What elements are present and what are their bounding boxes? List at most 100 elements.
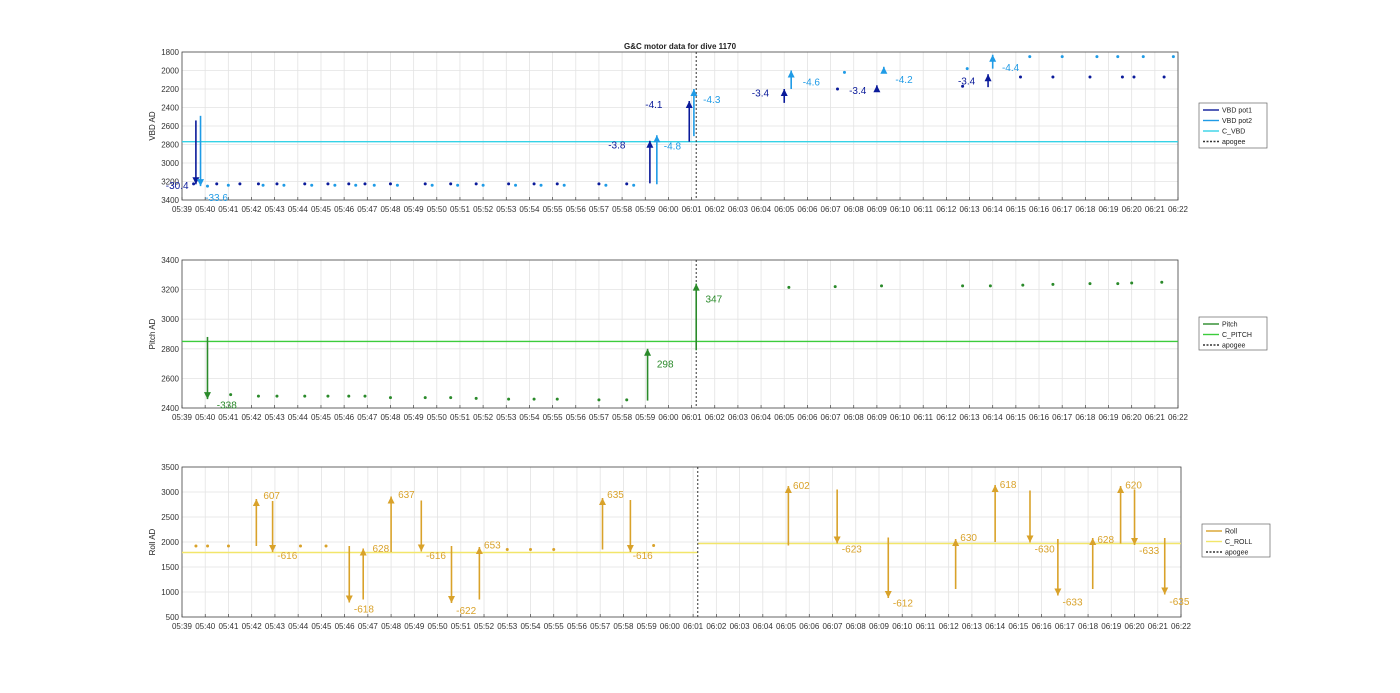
legend-label: VBD pot2 <box>1222 118 1252 125</box>
data-point-vbd-pot1 <box>1162 75 1166 79</box>
data-point-vbd-pot2 <box>539 183 543 187</box>
data-label: -612 <box>893 599 913 610</box>
x-tick-label: 05:49 <box>404 622 425 631</box>
move-arrow-head <box>447 596 455 603</box>
data-point-vbd-pot2 <box>481 183 485 187</box>
data-point-roll <box>226 544 230 548</box>
x-tick-label: 06:03 <box>730 622 751 631</box>
x-tick-label: 06:14 <box>983 413 1004 422</box>
x-tick-label: 06:13 <box>960 205 981 214</box>
data-point-vbd-pot1 <box>363 182 367 186</box>
data-label: 347 <box>705 294 722 305</box>
data-point-pitch <box>1160 280 1164 284</box>
x-tick-label: 05:54 <box>519 205 540 214</box>
x-tick-label: 05:44 <box>288 622 309 631</box>
x-tick-label: 06:15 <box>1008 622 1029 631</box>
data-point-roll <box>552 548 556 551</box>
data-point-vbd-pot2 <box>1141 55 1145 59</box>
x-tick-label: 05:44 <box>288 205 309 214</box>
x-tick-label: 05:57 <box>590 622 611 631</box>
x-tick-label: 06:02 <box>705 413 726 422</box>
x-tick-label: 05:42 <box>242 622 263 631</box>
x-tick-label: 06:00 <box>658 413 679 422</box>
data-point-vbd-pot2 <box>965 67 969 71</box>
x-tick-label: 05:56 <box>567 622 588 631</box>
x-tick-label: 05:55 <box>543 205 564 214</box>
move-arrow-head <box>1161 587 1169 595</box>
x-tick-label: 06:09 <box>867 413 888 422</box>
data-label: -4.3 <box>703 95 721 106</box>
data-point-roll <box>206 544 210 548</box>
x-tick-label: 05:52 <box>474 622 495 631</box>
y-tick-label: 3000 <box>161 488 179 497</box>
x-tick-label: 05:50 <box>427 413 448 422</box>
x-tick-label: 05:55 <box>543 413 564 422</box>
x-tick-label: 06:18 <box>1078 622 1099 631</box>
data-point-vbd-pot1 <box>256 182 260 186</box>
move-arrow-head <box>197 179 205 187</box>
data-point-vbd-pot2 <box>372 183 376 187</box>
chart-figure: G&C motor data for dive 1170 05:39 05:40 0… <box>148 42 1271 631</box>
data-point-vbd-pot1 <box>449 182 453 186</box>
x-tick-label: 05:58 <box>612 413 633 422</box>
y-tick-label: 2600 <box>161 122 179 131</box>
y-tick-label: 1800 <box>161 48 179 57</box>
move-arrow-head <box>653 135 661 143</box>
y-axis-label: VBD AD <box>148 111 157 141</box>
data-label: -635 <box>1169 597 1189 608</box>
x-tick-label: 06:10 <box>890 205 911 214</box>
data-point-vbd-pot1 <box>532 182 536 186</box>
data-point-vbd-pot2 <box>333 183 337 187</box>
x-tick-label: 05:41 <box>218 205 239 214</box>
x-tick-label: 06:01 <box>682 413 703 422</box>
x-tick-label: 05:57 <box>589 205 610 214</box>
legend-label: C_VBD <box>1222 129 1245 136</box>
x-tick-label: 06:11 <box>913 413 933 422</box>
data-point-vbd-pot2 <box>1171 55 1175 59</box>
x-tick-label: 06:12 <box>936 413 957 422</box>
move-arrow-head <box>991 485 999 492</box>
x-tick-label: 05:59 <box>635 413 656 422</box>
data-point-vbd-pot2 <box>1095 55 1099 59</box>
x-tick-label: 05:48 <box>380 205 401 214</box>
x-tick-label: 06:06 <box>799 622 820 631</box>
x-tick-label: 05:46 <box>335 622 356 631</box>
x-tick-label: 05:47 <box>358 622 379 631</box>
x-tick-label: 06:10 <box>890 413 911 422</box>
data-label: 637 <box>398 490 415 501</box>
data-point-vbd-pot2 <box>205 184 209 188</box>
move-arrow-head <box>1089 538 1097 545</box>
data-point-pitch <box>347 394 351 398</box>
x-tick-label: 05:59 <box>637 622 658 631</box>
x-tick-label: 06:04 <box>751 205 772 214</box>
data-point-vbd-pot2 <box>261 183 265 187</box>
move-arrow-head <box>387 496 395 504</box>
data-label: 620 <box>1125 481 1142 492</box>
x-tick-label: 05:43 <box>265 205 286 214</box>
panel-1: 05:39 05:40 05:41 05:42 05:43 05:44 05:45 05:46… <box>148 48 1268 214</box>
data-point-pitch <box>275 394 279 398</box>
x-tick-label: 06:18 <box>1075 205 1096 214</box>
move-arrow-head <box>787 70 795 78</box>
x-tick-label: 06:12 <box>936 205 957 214</box>
x-tick-label: 05:47 <box>357 413 378 422</box>
data-label: -623 <box>842 545 862 556</box>
y-tick-label: 3000 <box>161 159 179 168</box>
data-point-vbd-pot1 <box>597 182 601 186</box>
y-tick-label: 2000 <box>161 67 179 76</box>
data-point-vbd-pot1 <box>423 182 427 186</box>
x-tick-label: 05:39 <box>172 622 193 631</box>
x-tick-label: 06:01 <box>682 205 703 214</box>
x-tick-label: 06:05 <box>774 205 795 214</box>
x-tick-label: 06:02 <box>706 622 727 631</box>
x-tick-label: 06:17 <box>1052 205 1073 214</box>
data-point-pitch <box>363 394 367 398</box>
x-tick-label: 05:46 <box>334 205 355 214</box>
x-tick-label: 05:39 <box>172 205 193 214</box>
data-point-pitch <box>474 396 478 400</box>
data-point-vbd-pot2 <box>456 183 460 187</box>
data-point-vbd-pot1 <box>1088 75 1092 79</box>
x-tick-label: 06:05 <box>776 622 797 631</box>
legend-label: apogee <box>1225 550 1248 557</box>
move-arrow-head <box>692 283 700 291</box>
